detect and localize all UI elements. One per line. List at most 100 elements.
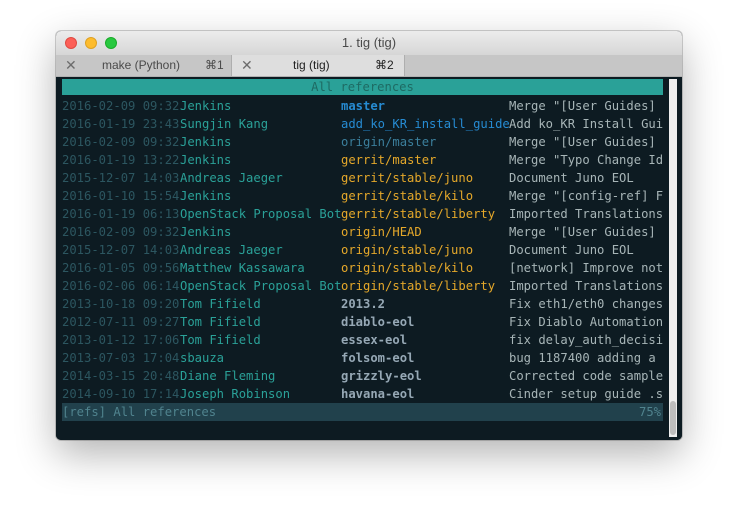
ref-name: gerrit/master xyxy=(341,153,437,167)
commit-date: 2016-01-10 15:54 xyxy=(62,189,180,203)
commit-author: Jenkins xyxy=(180,189,232,203)
tab-bar: ✕ make (Python) ⌘1 ✕ tig (tig) ⌘2 xyxy=(56,55,682,77)
commit-author: OpenStack Proposal Bot xyxy=(180,279,342,293)
commit-author: Joseph Robinson xyxy=(180,387,291,401)
commit-message: [network] Improve note xyxy=(509,261,663,275)
ref-row[interactable]: 2016-01-19 13:22 Jenkins gerrit/master Merg… xyxy=(56,151,682,169)
close-icon[interactable]: ✕ xyxy=(241,57,253,74)
ref-name: grizzly-eol xyxy=(341,369,422,383)
ref-row[interactable]: 2016-02-06 06:14 OpenStack Proposal Bot or… xyxy=(56,277,682,295)
commit-author: Andreas Jaeger xyxy=(180,243,283,257)
commit-author: OpenStack Proposal Bot xyxy=(180,207,342,221)
commit-date: 2016-01-05 09:56 xyxy=(62,261,180,275)
status-percent: 75% xyxy=(638,405,661,419)
commit-date: 2016-02-06 06:14 xyxy=(62,279,180,293)
ref-name: gerrit/stable/kilo xyxy=(341,189,474,203)
tab-label: make (Python) xyxy=(102,58,181,72)
ref-name: origin/stable/kilo xyxy=(341,261,474,275)
status-text: [refs] All references xyxy=(62,405,217,419)
terminal-window: 1. tig (tig) ✕ make (Python) ⌘1 ✕ tig (t… xyxy=(56,31,682,440)
ref-name: gerrit/stable/juno xyxy=(341,171,474,185)
ref-row[interactable]: 2012-07-11 09:27 Tom Fifield diablo-eol Fix… xyxy=(56,313,682,331)
tab-shortcut: ⌘2 xyxy=(375,58,394,72)
commit-date: 2016-02-09 09:32 xyxy=(62,99,180,113)
commit-message: fix delay_auth_decisio xyxy=(509,333,663,347)
ref-row[interactable]: 2015-12-07 14:03 Andreas Jaeger origin/sta… xyxy=(56,241,682,259)
commit-author: Sungjin Kang xyxy=(180,117,269,131)
commit-message: Merge "[User Guides] U xyxy=(509,225,663,239)
terminal-content[interactable]: All references 2016-02-09 09:32 Jenkins ma… xyxy=(56,77,682,440)
ref-name: origin/stable/liberty xyxy=(341,279,496,293)
commit-date: 2013-01-12 17:06 xyxy=(62,333,180,347)
commit-message: Corrected code samples xyxy=(509,369,663,383)
window-title: 1. tig (tig) xyxy=(341,35,397,50)
ref-row[interactable]: 2013-07-03 17:04 sbauza folsom-eol bug 1187… xyxy=(56,349,682,367)
commit-author: Jenkins xyxy=(180,99,232,113)
commit-message: Document Juno EOL xyxy=(509,243,634,257)
ref-name: havana-eol xyxy=(341,387,415,401)
ref-row[interactable]: 2013-10-18 09:20 Tom Fifield 2013.2 Fix eth… xyxy=(56,295,682,313)
commit-author: Jenkins xyxy=(180,153,232,167)
ref-row[interactable]: 2014-09-10 17:14 Joseph Robinson havana-eo… xyxy=(56,385,682,403)
view-header: All references xyxy=(62,79,663,95)
commit-date: 2016-02-09 09:32 xyxy=(62,225,180,239)
ref-name: essex-eol xyxy=(341,333,408,347)
commit-date: 2013-07-03 17:04 xyxy=(62,351,180,365)
ref-row[interactable]: 2016-01-10 15:54 Jenkins gerrit/stable/kil… xyxy=(56,187,682,205)
commit-message: Merge "[User Guides] U xyxy=(509,99,663,113)
commit-date: 2016-01-19 06:13 xyxy=(62,207,180,221)
ref-name: diablo-eol xyxy=(341,315,415,329)
commit-author: Diane Fleming xyxy=(180,369,276,383)
commit-message: bug 1187400 adding a s xyxy=(509,351,663,365)
commit-message: Fix Diablo Automation xyxy=(509,315,663,329)
status-bar: [refs] All references 75% xyxy=(62,403,663,421)
commit-date: 2014-09-10 17:14 xyxy=(62,387,180,401)
commit-date: 2014-03-15 20:48 xyxy=(62,369,180,383)
commit-author: Matthew Kassawara xyxy=(180,261,305,275)
commit-message: Add ko_KR Install Guid xyxy=(509,117,663,131)
scrollbar[interactable] xyxy=(669,79,677,437)
commit-date: 2016-01-19 23:43 xyxy=(62,117,180,131)
ref-row[interactable]: 2013-01-12 17:06 Tom Fifield essex-eol fix … xyxy=(56,331,682,349)
ref-name: master xyxy=(341,99,386,113)
ref-row[interactable]: 2016-02-09 09:32 Jenkins origin/master Merg… xyxy=(56,133,682,151)
ref-row[interactable]: 2014-03-15 20:48 Diane Fleming grizzly-eol… xyxy=(56,367,682,385)
ref-row[interactable]: 2016-01-19 06:13 OpenStack Proposal Bot ge… xyxy=(56,205,682,223)
commit-date: 2015-12-07 14:03 xyxy=(62,243,180,257)
commit-date: 2012-07-11 09:27 xyxy=(62,315,180,329)
commit-author: Tom Fifield xyxy=(180,297,261,311)
commit-message: Imported Translations xyxy=(509,279,663,293)
commit-message: Merge "[config-ref] Fi xyxy=(509,189,663,203)
title-bar: 1. tig (tig) xyxy=(56,31,682,55)
commit-date: 2013-10-18 09:20 xyxy=(62,297,180,311)
commit-message: Imported Translations xyxy=(509,207,663,221)
ref-name: 2013.2 xyxy=(341,297,386,311)
ref-row[interactable]: 2016-02-09 09:32 Jenkins origin/HEAD Merge … xyxy=(56,223,682,241)
ref-name: origin/HEAD xyxy=(341,225,422,239)
scrollbar-thumb[interactable] xyxy=(670,401,676,435)
close-icon[interactable]: ✕ xyxy=(65,57,77,74)
ref-name: add_ko_KR_install_guide xyxy=(341,117,510,131)
commit-author: Tom Fifield xyxy=(180,333,261,347)
ref-name: origin/stable/juno xyxy=(341,243,474,257)
tab-tig[interactable]: ✕ tig (tig) ⌘2 xyxy=(232,55,405,76)
tab-make-python[interactable]: ✕ make (Python) ⌘1 xyxy=(56,55,232,76)
commit-date: 2015-12-07 14:03 xyxy=(62,171,180,185)
ref-name: origin/master xyxy=(341,135,437,149)
ref-row[interactable]: 2016-02-09 09:32 Jenkins master Merge "[Use… xyxy=(56,97,682,115)
commit-author: Tom Fifield xyxy=(180,315,261,329)
commit-author: Jenkins xyxy=(180,225,232,239)
ref-name: gerrit/stable/liberty xyxy=(341,207,496,221)
ref-row[interactable]: 2016-01-05 09:56 Matthew Kassawara origin/… xyxy=(56,259,682,277)
ref-name: folsom-eol xyxy=(341,351,415,365)
commit-message: Document Juno EOL xyxy=(509,171,634,185)
tab-shortcut: ⌘1 xyxy=(205,58,224,72)
commit-message: Fix eth1/eth0 changes xyxy=(509,297,663,311)
commit-date: 2016-02-09 09:32 xyxy=(62,135,180,149)
commit-date: 2016-01-19 13:22 xyxy=(62,153,180,167)
commit-author: sbauza xyxy=(180,351,225,365)
commit-message: Merge "[User Guides] U xyxy=(509,135,663,149)
commit-author: Andreas Jaeger xyxy=(180,171,283,185)
ref-row[interactable]: 2016-01-19 23:43 Sungjin Kang add_ko_KR_in… xyxy=(56,115,682,133)
ref-row[interactable]: 2015-12-07 14:03 Andreas Jaeger gerrit/sta… xyxy=(56,169,682,187)
